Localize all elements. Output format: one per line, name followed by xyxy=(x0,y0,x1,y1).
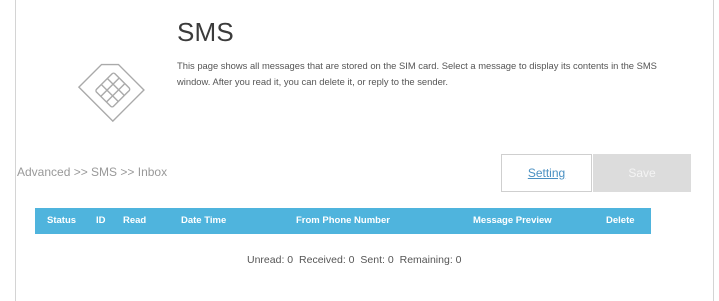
column-header-status[interactable]: Status xyxy=(47,208,76,234)
column-header-from-phone-number[interactable]: From Phone Number xyxy=(296,208,390,234)
column-header-read[interactable]: Read xyxy=(123,208,146,234)
breadcrumb: Advanced >> SMS >> Inbox xyxy=(17,165,168,179)
sms-table-header: Status ID Read Date Time From Phone Numb… xyxy=(35,208,651,234)
remaining-count: Remaining: 0 xyxy=(399,254,462,266)
message-summary: Unread: 0 Received: 0 Sent: 0 Remaining:… xyxy=(247,254,465,266)
column-header-date-time[interactable]: Date Time xyxy=(181,208,226,234)
unread-count: Unread: 0 xyxy=(247,254,294,266)
sim-card-icon xyxy=(77,63,145,123)
setting-button[interactable]: Setting xyxy=(501,154,592,192)
sent-count: Sent: 0 xyxy=(360,254,394,266)
page-description: This page shows all messages that are st… xyxy=(177,60,657,87)
save-button[interactable]: Save xyxy=(593,154,691,192)
page-title: SMS xyxy=(177,17,234,47)
received-count: Received: 0 xyxy=(299,254,355,266)
column-header-delete[interactable]: Delete xyxy=(606,208,635,234)
column-header-id[interactable]: ID xyxy=(96,208,106,234)
column-header-message-preview[interactable]: Message Preview xyxy=(473,208,552,234)
